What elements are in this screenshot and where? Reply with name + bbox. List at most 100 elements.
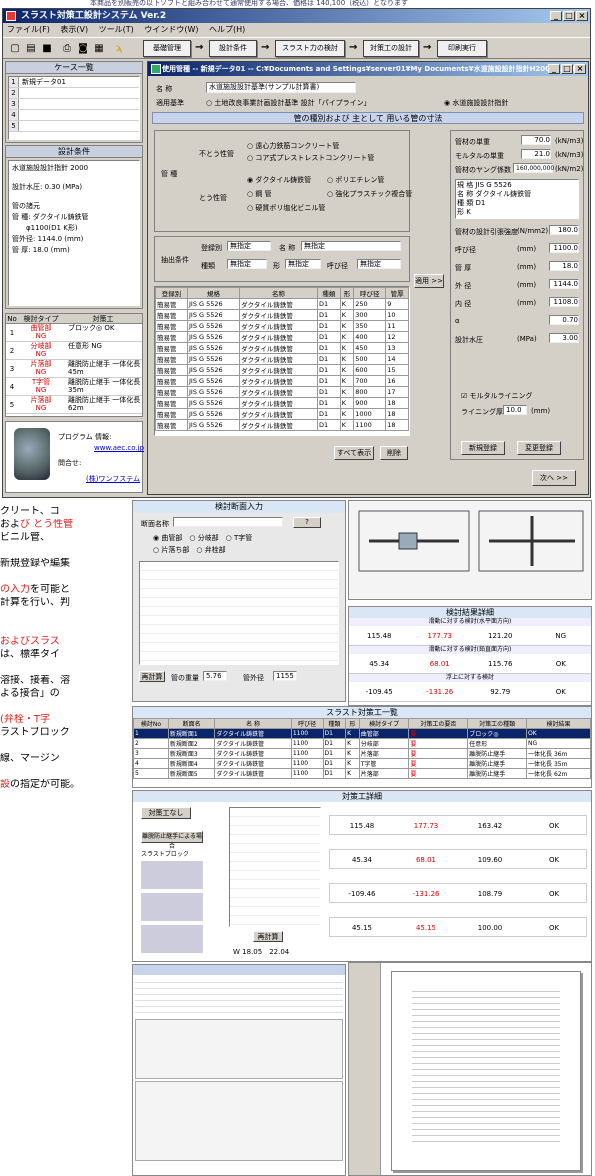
kind-select[interactable]: 無指定: [227, 259, 267, 269]
help-button[interactable]: ?: [293, 517, 321, 528]
menu-tool[interactable]: ツール(T): [99, 25, 134, 34]
flow-base-button[interactable]: 基礎管理: [143, 40, 191, 57]
spec-value[interactable]: 180.0: [549, 225, 579, 235]
maximize-button[interactable]: □: [563, 11, 575, 21]
spec-value[interactable]: 1100.0: [549, 243, 579, 253]
show-all-button[interactable]: すべて表示: [334, 446, 374, 460]
menu-file[interactable]: ファイル(F): [7, 25, 50, 34]
preview-icon[interactable]: ◙: [75, 41, 91, 56]
table-row[interactable]: 簡易管 JIS G 5526 ダクタイル鋳鉄管 D1 K 250 9: [155, 298, 409, 310]
flow-thrust-button[interactable]: スラスト力の検討: [275, 40, 345, 57]
flex-option-4[interactable]: ○ 強化プラスチック複合管: [327, 189, 412, 199]
flow-print-button[interactable]: 印刷実行: [437, 40, 487, 57]
minimize-button[interactable]: _: [550, 11, 562, 21]
close-button[interactable]: ×: [576, 11, 588, 21]
recalc-button[interactable]: 再計算: [139, 671, 165, 682]
settings-icon[interactable]: ▦: [91, 41, 107, 56]
apply-button[interactable]: 適用 >>: [414, 274, 444, 288]
table-row[interactable]: 簡易管 JIS G 5526 ダクタイル鋳鉄管 D1 K 900 18: [155, 397, 409, 409]
child-close-button[interactable]: ×: [574, 64, 586, 74]
parts-row[interactable]: 4 T字管 NG 離脱防止継手 一体化長 35m: [6, 378, 142, 396]
child-minimize-button[interactable]: _: [548, 64, 560, 74]
spec-value[interactable]: 18.0: [549, 261, 579, 271]
std-option-2[interactable]: ◉ 水道施設設計指針: [444, 98, 508, 108]
menu-view[interactable]: 表示(V): [60, 25, 88, 34]
list-item[interactable]: 5: [9, 121, 139, 132]
flow-measure-button[interactable]: 対策工の設計: [363, 40, 419, 57]
menu-window[interactable]: ウインドウ(W): [144, 25, 198, 34]
parts-row[interactable]: 1 曲管部 NG ブロック◎ OK: [6, 324, 142, 342]
flex-option-1[interactable]: ◉ ダクタイル鋳鉄管: [247, 175, 311, 185]
print-icon[interactable]: ⎙: [59, 41, 75, 56]
result-row: 45.34 68.01 115.76 OK: [349, 654, 591, 674]
table-row[interactable]: 簡易管 JIS G 5526 ダクタイル鋳鉄管 D1 K 800 17: [155, 386, 409, 398]
list-item[interactable]: 2: [9, 88, 139, 99]
lining-checkbox[interactable]: ☑ モルタルライニング: [461, 391, 533, 401]
std-option-1[interactable]: ○ 土地改良事業計画設計基準 設計「パイプライン」: [206, 98, 371, 108]
section-name-input[interactable]: [173, 517, 283, 527]
child-title-bar: 使用管種 -- 新規データ01 -- C:¥Documents and Sett…: [148, 62, 588, 76]
shape-select[interactable]: 無指定: [285, 259, 321, 269]
top-note: 本商品を別販売の以下ソフトと組み合わせて通常使用する場合、価格は 140,100…: [90, 0, 408, 7]
table-row[interactable]: 簡易管 JIS G 5526 ダクタイル鋳鉄管 D1 K 500 14: [155, 353, 409, 365]
save-icon[interactable]: ■: [39, 41, 55, 56]
registration-select[interactable]: 無指定: [227, 241, 271, 251]
anti-separation-button[interactable]: 離脱防止継手による場合: [141, 831, 203, 850]
table-row[interactable]: 簡易管 JIS G 5526 ダクタイル鋳鉄管 D1 K 1000 18: [155, 408, 409, 420]
list-item[interactable]: 1 新規データ01: [9, 77, 139, 88]
table-row[interactable]: 2 新規断面2 ダクタイル鋳鉄管 1100 D1 K 分岐部要任意形 NG: [133, 738, 591, 749]
flex-option-2[interactable]: ○ ポリエチレン管: [327, 175, 384, 185]
name-input[interactable]: 水道施設設計基準(サンプル計算書): [206, 82, 356, 93]
parts-row[interactable]: 3 片落部 NG 離脱防止継手 一体化長 45m: [6, 360, 142, 378]
menu-bar: ファイル(F) 表示(V) ツール(T) ウインドウ(W) ヘルプ(H): [3, 23, 590, 37]
no-measure-button[interactable]: 対策工なし: [141, 807, 191, 819]
parts-row[interactable]: 5 片落部 NG 離脱防止継手 一体化長 62m: [6, 396, 142, 414]
parts-row[interactable]: 2 分岐部 NG 任意形 NG: [6, 342, 142, 360]
website-link[interactable]: www.aec.co.jp: [94, 444, 144, 452]
table-row[interactable]: 5 新規断面5 ダクタイル鋳鉄管 1100 D1 K 片落部要離脱防止継手 一体化長 62m: [133, 768, 591, 779]
mortar-weight-input[interactable]: 21.0: [521, 149, 551, 159]
spec-value[interactable]: 0.70: [549, 315, 579, 325]
table-row[interactable]: 簡易管 JIS G 5526 ダクタイル鋳鉄管 D1 K 350 11: [155, 320, 409, 332]
child-window: 使用管種 -- 新規データ01 -- C:¥Documents and Sett…: [147, 61, 589, 495]
spec-box: 規 格 JIS G 5526 名 称 ダクタイル鋳鉄管 種 類 D1 形 K: [455, 179, 579, 219]
table-row[interactable]: 簡易管 JIS G 5526 ダクタイル鋳鉄管 D1 K 1100 18: [155, 419, 409, 431]
flow-design-button[interactable]: 設計条件: [209, 40, 257, 57]
next-button[interactable]: 次へ >>: [532, 470, 576, 486]
spec-value[interactable]: 1144.0: [549, 279, 579, 289]
new-register-button[interactable]: 新規登録: [461, 441, 505, 455]
spec-value[interactable]: 3.00: [549, 333, 579, 343]
lining-thickness-input[interactable]: 10.0: [503, 405, 527, 415]
flex-option-3[interactable]: ○ 鋼 管: [247, 189, 272, 199]
child-maximize-button[interactable]: □: [561, 64, 573, 74]
help-icon[interactable]: ϡ: [111, 41, 127, 56]
table-row[interactable]: 簡易管 JIS G 5526 ダクタイル鋳鉄管 D1 K 300 10: [155, 309, 409, 321]
edit-register-button[interactable]: 変更登録: [517, 441, 561, 455]
rigid-option-2[interactable]: ○ コア式プレストレストコンクリート管: [247, 153, 374, 163]
detail-recalc-button[interactable]: 再計算: [253, 931, 283, 942]
table-row[interactable]: 簡易管 JIS G 5526 ダクタイル鋳鉄管 D1 K 600 15: [155, 364, 409, 376]
inquiry-link[interactable]: (株)ワンフステム: [86, 474, 140, 484]
new-file-icon[interactable]: ▢: [7, 41, 23, 56]
table-row[interactable]: 簡易管 JIS G 5526 ダクタイル鋳鉄管 D1 K 400 12: [155, 331, 409, 343]
list-item[interactable]: 4: [9, 110, 139, 121]
young-modulus-input[interactable]: 160,000,000: [513, 163, 554, 173]
flex-option-5[interactable]: ○ 硬質ポリ塩化ビニル管: [247, 203, 325, 213]
diameter-select[interactable]: 無指定: [357, 259, 401, 269]
result-row: -109.45 -131.26 92.79 OK: [349, 682, 591, 702]
table-row[interactable]: 簡易管 JIS G 5526 ダクタイル鋳鉄管 D1 K 700 16: [155, 375, 409, 387]
spec-value[interactable]: 1108.0: [549, 297, 579, 307]
table-row[interactable]: 3 新規断面3 ダクタイル鋳鉄管 1100 D1 K 片落部要離脱防止継手 一体化長 36m: [133, 748, 591, 759]
rigid-option-1[interactable]: ○ 遠心力鉄筋コンクリート管: [247, 141, 339, 151]
block-preview: [141, 861, 203, 957]
name-select[interactable]: 無指定: [301, 241, 401, 251]
unit-weight-input[interactable]: 70.0: [521, 135, 551, 145]
table-row[interactable]: 4 新規断面4 ダクタイル鋳鉄管 1100 D1 K T字管要離脱防止継手 一体化長 35m: [133, 758, 591, 769]
input-grid: [139, 561, 339, 665]
table-row[interactable]: 1 新規断面1 ダクタイル鋳鉄管 1100 D1 K 曲管部要ブロック◎ OK: [133, 728, 591, 739]
menu-help[interactable]: ヘルプ(H): [209, 25, 245, 34]
delete-button[interactable]: 削除: [380, 446, 408, 460]
list-item[interactable]: 3: [9, 99, 139, 110]
open-file-icon[interactable]: ▤: [23, 41, 39, 56]
table-row[interactable]: 簡易管 JIS G 5526 ダクタイル鋳鉄管 D1 K 450 13: [155, 342, 409, 354]
